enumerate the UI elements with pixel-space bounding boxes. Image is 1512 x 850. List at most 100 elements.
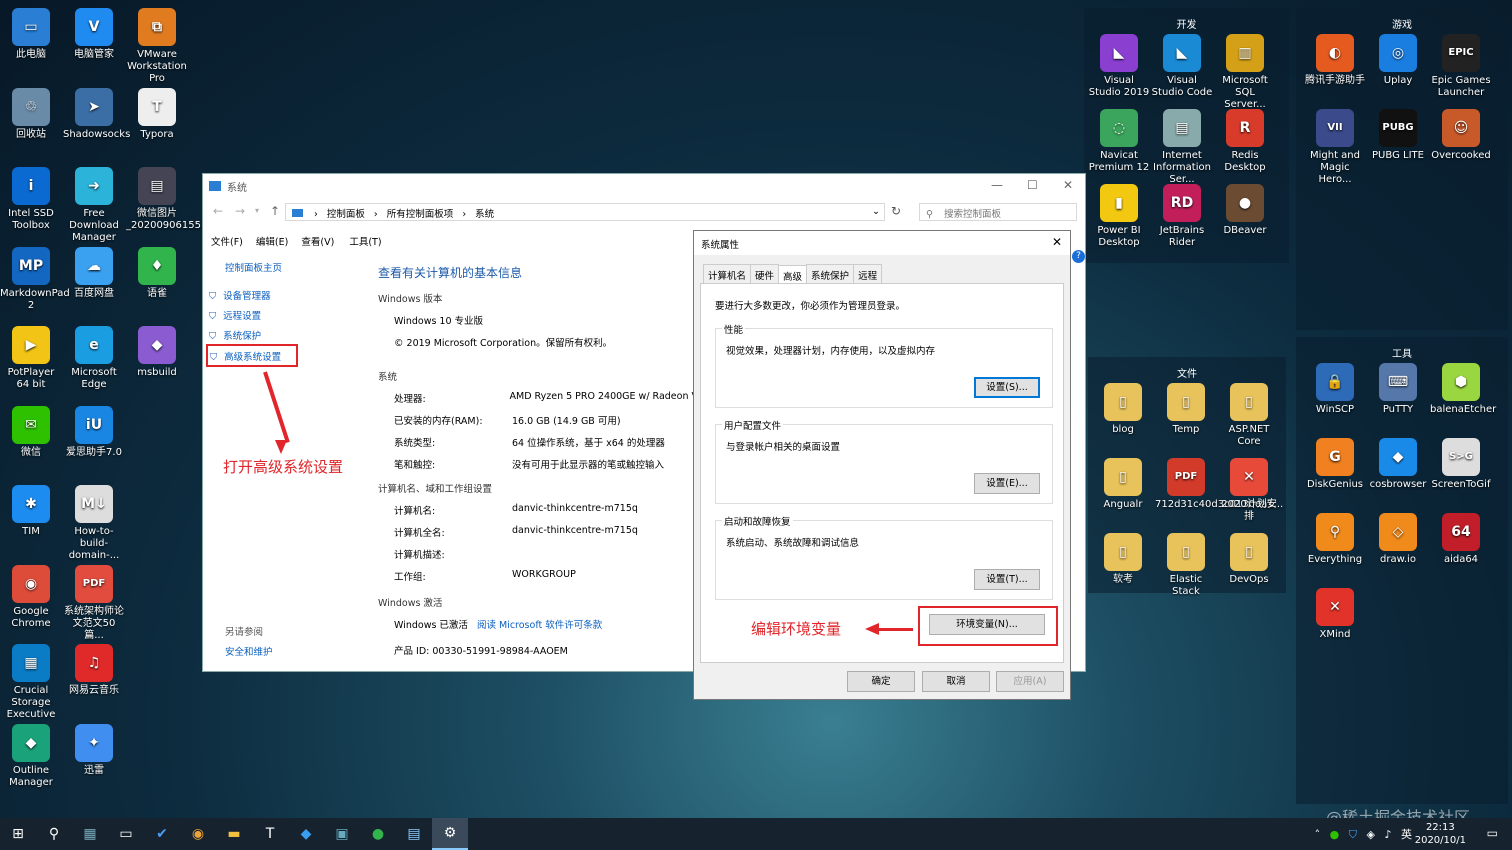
tool-icon-4[interactable]: ◆ cosbrowser (1367, 438, 1429, 491)
desktop-icon-14[interactable]: ◆ msbuild (126, 326, 188, 379)
file-icon-8[interactable]: ▯ DevOps (1218, 533, 1280, 586)
game-icon-0[interactable]: ◐ 腾讯手游助手 (1304, 34, 1366, 87)
cosbrowser-icon[interactable]: ◆ (288, 818, 324, 850)
desktop-icon-23[interactable]: ◆ Outline Manager (0, 723, 62, 789)
file-icon-3[interactable]: ▯ Angualr (1092, 458, 1154, 511)
cancel-button[interactable]: 取消 (922, 671, 990, 692)
desktop-icon-24[interactable]: ✦ 迅雷 (63, 723, 125, 777)
menu-tools[interactable]: 工具(T) (349, 237, 381, 248)
desktop-icon-21[interactable]: ▦ Crucial Storage Executive (0, 644, 62, 721)
game-icon-4[interactable]: PUBG PUBG LITE (1367, 109, 1429, 162)
game-icon-3[interactable]: VII Might and Magic Hero... (1304, 109, 1366, 186)
performance-settings-button[interactable]: 设置(S)... (974, 377, 1040, 398)
calculator-icon[interactable]: ▦ (72, 818, 108, 850)
notification-icon[interactable]: ▭ (1487, 826, 1498, 840)
file-icon-7[interactable]: ▯ Elastic Stack (1155, 533, 1217, 598)
tool-icon-6[interactable]: ⚲ Everything (1304, 513, 1366, 566)
environment-variables-button[interactable]: 环境变量(N)... (929, 614, 1045, 635)
game-icon-5[interactable]: ☺ Overcooked (1430, 109, 1492, 162)
tray-chevron-icon[interactable]: ˄ (1315, 828, 1321, 841)
sidebar-item-protection[interactable]: ⛉ 系统保护 (209, 328, 261, 342)
sidebar-item-advanced[interactable]: ⛉ 高级系统设置 (206, 344, 298, 367)
forward-icon[interactable]: → (235, 204, 245, 218)
back-icon[interactable]: ← (213, 204, 223, 218)
desktop-icon-22[interactable]: ♫ 网易云音乐 (63, 644, 125, 697)
yuque-icon[interactable]: ● (360, 818, 396, 850)
start-button[interactable]: ⊞ (0, 818, 36, 850)
ok-button[interactable]: 确定 (847, 671, 915, 692)
game-icon-1[interactable]: ◎ Uplay (1367, 34, 1429, 87)
desktop-icon-7[interactable]: ➜ Free Download Manager (63, 167, 125, 244)
remote-desktop-icon[interactable]: ▤ (396, 818, 432, 850)
security-link[interactable]: 安全和维护 (225, 644, 273, 658)
dev-icon-4[interactable]: ▤ Internet Information Ser... (1151, 109, 1213, 186)
breadcrumb-control-panel[interactable]: 控制面板 (327, 209, 365, 220)
volume-icon[interactable]: ♪ (1384, 828, 1391, 841)
breadcrumb-system[interactable]: 系统 (475, 209, 494, 220)
address-bar[interactable]: › 控制面板 › 所有控制面板项 › 系统 ⌄ (285, 203, 885, 221)
desktop-icon-6[interactable]: i Intel SSD Toolbox (0, 167, 62, 232)
file-icon-5[interactable]: ✕ 2020计划安排 (1218, 458, 1280, 523)
menu-view[interactable]: 查看(V) (301, 237, 334, 248)
address-dropdown-icon[interactable]: ⌄ (872, 206, 880, 217)
license-link[interactable]: 阅读 Microsoft 软件许可条款 (477, 620, 602, 631)
startup-recovery-settings-button[interactable]: 设置(T)... (974, 569, 1040, 590)
desktop-icon-9[interactable]: MP MarkdownPad 2 (0, 246, 70, 312)
desktop-icon-1[interactable]: V 电脑管家 (63, 8, 125, 61)
file-icon-4[interactable]: PDF 712d31c40d3c0130ea1... (1155, 458, 1283, 511)
desktop-icon-4[interactable]: ➤ Shadowsocks (63, 87, 130, 141)
desktop-icon-3[interactable]: ♲ 回收站 (0, 87, 62, 141)
todo-icon[interactable]: ✔ (144, 818, 180, 850)
tool-icon-5[interactable]: S>G ScreenToGif (1430, 438, 1492, 491)
search-box[interactable]: ⚲ 搜索控制面板 (919, 203, 1077, 221)
help-icon[interactable]: ? (1072, 250, 1085, 263)
chevron-down-icon[interactable]: ▾ (255, 206, 259, 215)
menu-file[interactable]: 文件(F) (211, 237, 243, 248)
desktop-icon-20[interactable]: PDF 系统架构师论文范文50篇... (63, 564, 125, 642)
desktop-icon-0[interactable]: ▭ 此电脑 (0, 8, 62, 61)
file-icon-6[interactable]: ▯ 软考 (1092, 533, 1154, 586)
clock[interactable]: 22:13 2020/10/1 (1415, 821, 1466, 847)
apply-button[interactable]: 应用(A) (996, 671, 1064, 692)
desktop-icon-13[interactable]: e Microsoft Edge (63, 326, 125, 391)
tool-icon-3[interactable]: G DiskGenius (1304, 438, 1366, 491)
ime-indicator[interactable]: 英 (1401, 828, 1412, 841)
dev-icon-5[interactable]: R Redis Desktop (1214, 109, 1276, 174)
dev-icon-8[interactable]: ● DBeaver (1214, 184, 1276, 237)
dev-icon-0[interactable]: ◣ Visual Studio 2019 (1088, 34, 1150, 99)
desktop-icon-16[interactable]: iU 爱思助手7.0 (63, 405, 125, 459)
sidebar-item-device-manager[interactable]: ⛉ 设备管理器 (209, 288, 271, 302)
desktop-icon-15[interactable]: ✉ 微信 (0, 405, 62, 459)
desktop-icon-11[interactable]: ♦ 语雀 (126, 246, 188, 300)
user-profile-settings-button[interactable]: 设置(E)... (974, 473, 1040, 494)
desktop-icon-8[interactable]: ▤ 微信图片_20200906155... (126, 167, 211, 232)
dev-icon-3[interactable]: ◌ Navicat Premium 12 (1088, 109, 1150, 174)
file-explorer-icon[interactable]: ▬ (216, 818, 252, 850)
refresh-icon[interactable]: ↻ (891, 204, 901, 218)
desktop-icon-17[interactable]: ✱ TIM (0, 485, 62, 538)
tab-computer-name[interactable]: 计算机名 (703, 264, 752, 285)
sidebar-item-remote[interactable]: ⛉ 远程设置 (209, 308, 261, 322)
terminal-icon[interactable]: ▭ (108, 818, 144, 850)
dev-icon-1[interactable]: ◣ Visual Studio Code (1151, 34, 1213, 99)
dev-icon-7[interactable]: RD JetBrains Rider (1151, 184, 1213, 249)
close-button[interactable]: ✕ (1063, 178, 1073, 192)
desktop-icon-5[interactable]: T Typora (126, 87, 188, 141)
desktop-icon-12[interactable]: ▶ PotPlayer 64 bit (0, 326, 62, 391)
breadcrumb-all-items[interactable]: 所有控制面板项 (387, 209, 454, 220)
chrome-icon[interactable]: ◉ (180, 818, 216, 850)
tab-system-protection[interactable]: 系统保护 (806, 264, 855, 285)
desktop-icon-2[interactable]: ⧉ VMware Workstation Pro (126, 8, 188, 85)
file-icon-0[interactable]: ▯ blog (1092, 383, 1154, 436)
maximize-button[interactable]: ☐ (1027, 178, 1038, 192)
minimize-button[interactable]: — (991, 178, 1003, 192)
tab-hardware[interactable]: 硬件 (750, 264, 780, 285)
desktop-icon-10[interactable]: ☁ 百度网盘 (63, 246, 125, 300)
tool-icon-8[interactable]: 64 aida64 (1430, 513, 1492, 566)
tool-icon-7[interactable]: ◇ draw.io (1367, 513, 1429, 566)
up-icon[interactable]: ↑ (270, 204, 280, 218)
file-icon-2[interactable]: ▯ ASP.NET Core (1218, 383, 1280, 448)
game-icon-2[interactable]: EPIC Epic Games Launcher (1430, 34, 1492, 99)
menu-edit[interactable]: 编辑(E) (256, 237, 288, 248)
tool-icon-1[interactable]: ⌨ PuTTY (1367, 363, 1429, 416)
